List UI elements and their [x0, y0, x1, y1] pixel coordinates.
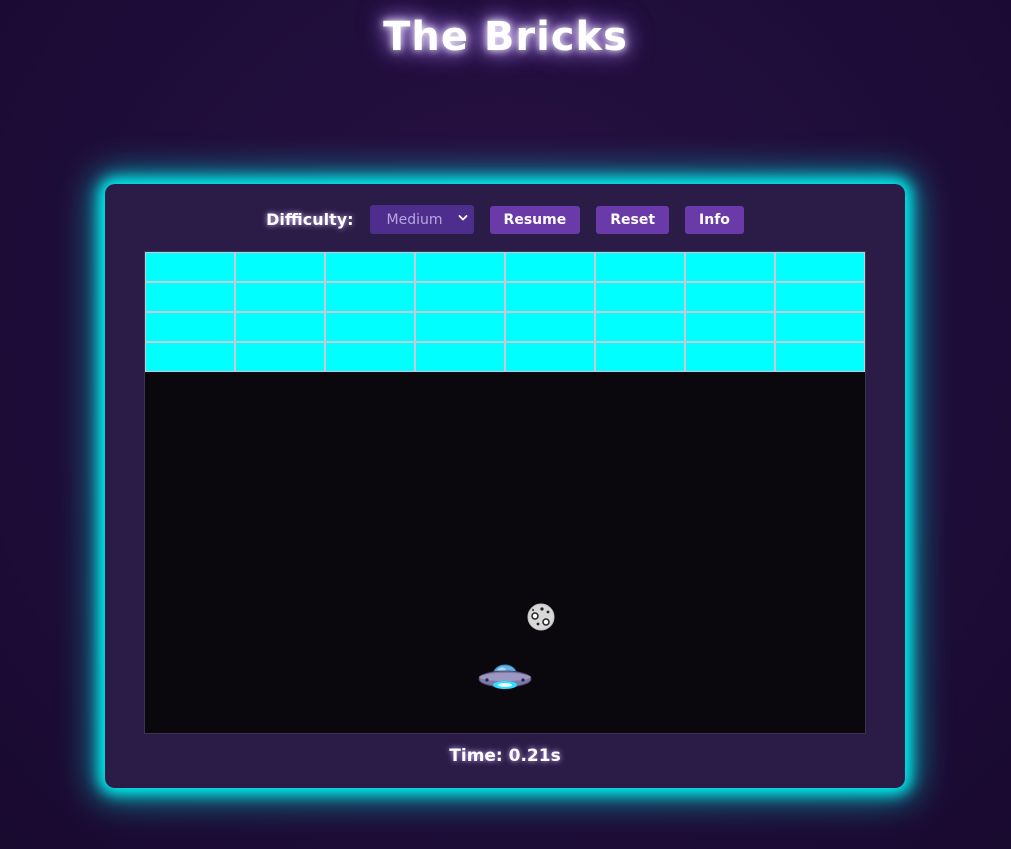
- brick: [415, 282, 505, 312]
- brick: [145, 252, 235, 282]
- controls-bar: Difficulty: Medium Resume Reset Info: [105, 205, 905, 234]
- difficulty-select[interactable]: Medium: [369, 205, 474, 234]
- brick: [775, 312, 865, 342]
- chevron-down-icon: [458, 215, 467, 221]
- brick: [415, 312, 505, 342]
- brick: [325, 312, 415, 342]
- reset-button[interactable]: Reset: [596, 205, 670, 234]
- brick: [595, 342, 685, 372]
- brick: [685, 342, 775, 372]
- brick: [505, 342, 595, 372]
- brick: [325, 342, 415, 372]
- difficulty-select-value: Medium: [386, 211, 443, 228]
- time-display: Time: 0.21s: [449, 746, 561, 766]
- brick: [145, 342, 235, 372]
- resume-button[interactable]: Resume: [489, 205, 581, 234]
- brick: [685, 282, 775, 312]
- brick: [415, 342, 505, 372]
- brick: [505, 282, 595, 312]
- brick: [325, 252, 415, 282]
- moon-ball-icon: [527, 603, 555, 631]
- brick-grid: [145, 252, 865, 372]
- brick: [235, 252, 325, 282]
- brick: [235, 282, 325, 312]
- brick: [235, 342, 325, 372]
- brick: [685, 312, 775, 342]
- brick: [595, 282, 685, 312]
- brick: [595, 252, 685, 282]
- brick: [505, 312, 595, 342]
- brick: [145, 282, 235, 312]
- brick: [325, 282, 415, 312]
- info-button[interactable]: Info: [685, 205, 744, 234]
- brick: [775, 342, 865, 372]
- brick: [685, 252, 775, 282]
- brick: [415, 252, 505, 282]
- brick: [235, 312, 325, 342]
- brick: [775, 282, 865, 312]
- page-title: The Bricks: [383, 14, 628, 60]
- difficulty-label: Difficulty:: [266, 210, 354, 229]
- game-panel: Difficulty: Medium Resume Reset Info Tim…: [105, 184, 905, 788]
- brick: [775, 252, 865, 282]
- brick: [595, 312, 685, 342]
- brick: [505, 252, 595, 282]
- brick: [145, 312, 235, 342]
- ufo-paddle-icon: [478, 664, 532, 689]
- game-canvas[interactable]: [144, 251, 866, 734]
